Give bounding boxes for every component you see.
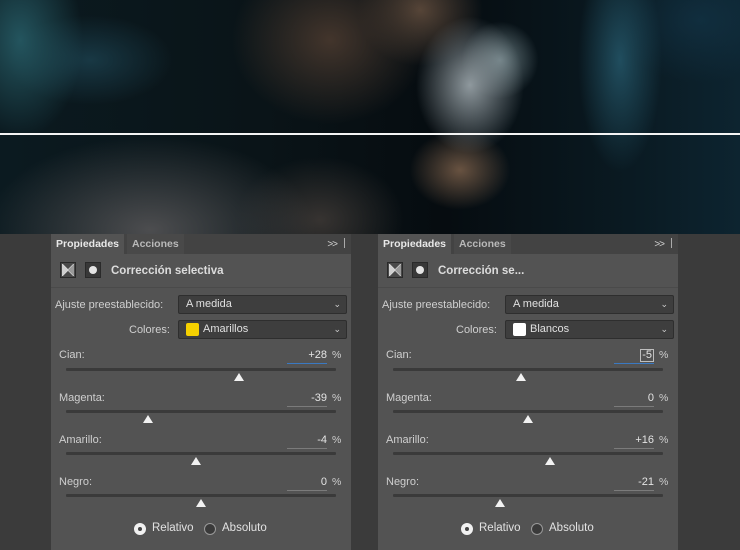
preset-label: Ajuste preestablecido: — [382, 299, 491, 311]
chevron-down-icon: ⌄ — [660, 299, 668, 309]
magenta-slider[interactable] — [393, 410, 663, 413]
colors-select[interactable]: Amarillos ⌄ — [178, 320, 347, 339]
cian-slider-thumb[interactable] — [516, 373, 527, 381]
negro-slider[interactable] — [66, 494, 336, 497]
slider-label-cian: Cian: — [386, 349, 412, 361]
chevron-down-icon: ⌄ — [660, 324, 668, 334]
cian-slider[interactable] — [66, 368, 336, 371]
relativo-radio[interactable] — [134, 523, 146, 535]
colors-label: Colores: — [129, 324, 170, 336]
relativo-radio[interactable] — [461, 523, 473, 535]
chevron-down-icon: ⌄ — [333, 324, 341, 334]
amarillo-slider-thumb[interactable] — [190, 457, 201, 465]
slider-label-amarillo: Amarillo: — [59, 434, 102, 446]
negro-slider-thumb[interactable] — [494, 499, 505, 507]
selective-color-icon[interactable] — [60, 262, 76, 278]
absoluto-label[interactable]: Absoluto — [549, 522, 594, 534]
slider-label-negro: Negro: — [59, 476, 93, 488]
magenta-slider-thumb[interactable] — [523, 415, 533, 423]
absoluto-label[interactable]: Absoluto — [222, 522, 267, 534]
preset-select[interactable]: A medida ⌄ — [505, 295, 674, 314]
layer-mask-icon[interactable] — [85, 262, 101, 278]
color-swatch — [186, 323, 199, 336]
portrait-photo — [0, 0, 740, 234]
panel-tabbar: Propiedades Acciones >> — [378, 234, 678, 254]
relativo-label[interactable]: Relativo — [152, 522, 194, 534]
negro-input[interactable]: -21 — [614, 476, 654, 491]
slider-label-magenta: Magenta: — [386, 392, 432, 404]
divider — [51, 287, 351, 288]
colors-label: Colores: — [456, 324, 497, 336]
cian-input[interactable]: +28 — [287, 349, 327, 364]
panel-tabbar: Propiedades Acciones >> — [51, 234, 351, 254]
magenta-input[interactable]: 0 — [614, 392, 654, 407]
negro-slider-thumb[interactable] — [196, 499, 206, 507]
tab-acciones[interactable]: Acciones — [127, 234, 184, 254]
slider-label-negro: Negro: — [386, 476, 420, 488]
cian-slider-thumb[interactable] — [233, 373, 244, 381]
layer-mask-icon[interactable] — [412, 262, 428, 278]
before-after-divider — [0, 133, 740, 135]
selective-color-icon[interactable] — [387, 262, 403, 278]
colors-select[interactable]: Blancos ⌄ — [505, 320, 674, 339]
tab-acciones[interactable]: Acciones — [454, 234, 511, 254]
magenta-input[interactable]: -39 — [287, 392, 327, 407]
cian-input[interactable]: -5 — [614, 349, 654, 364]
slider-label-amarillo: Amarillo: — [386, 434, 429, 446]
colors-value: Amarillos — [203, 323, 249, 335]
amarillo-input[interactable]: -4 — [287, 434, 327, 449]
divider — [378, 287, 678, 288]
preset-label: Ajuste preestablecido: — [55, 299, 164, 311]
amarillo-slider[interactable] — [393, 452, 663, 455]
amarillo-slider-thumb[interactable] — [544, 457, 555, 465]
colors-value: Blancos — [530, 323, 570, 335]
magenta-slider-thumb[interactable] — [143, 415, 154, 423]
tab-propiedades[interactable]: Propiedades — [378, 234, 452, 254]
preset-value: A medida — [513, 298, 559, 310]
amarillo-input[interactable]: +16 — [614, 434, 654, 449]
negro-input[interactable]: 0 — [287, 476, 327, 491]
adjustment-title: Corrección se... — [438, 265, 525, 277]
slider-label-cian: Cian: — [59, 349, 85, 361]
negro-slider[interactable] — [393, 494, 663, 497]
adjustment-title: Corrección selectiva — [111, 265, 224, 277]
color-swatch — [513, 323, 526, 336]
tab-propiedades[interactable]: Propiedades — [51, 234, 125, 254]
panel-menu-icon[interactable]: >> — [327, 238, 345, 250]
chevron-down-icon: ⌄ — [333, 299, 341, 309]
absoluto-radio[interactable] — [204, 523, 216, 535]
slider-label-magenta: Magenta: — [59, 392, 105, 404]
magenta-slider[interactable] — [66, 410, 336, 413]
cian-slider[interactable] — [393, 368, 663, 371]
panel-menu-icon[interactable]: >> — [654, 238, 672, 250]
properties-panel-right: Propiedades Acciones >> Corrección se...… — [378, 234, 678, 550]
amarillo-slider[interactable] — [66, 452, 336, 455]
absoluto-radio[interactable] — [531, 523, 543, 535]
preset-value: A medida — [186, 298, 232, 310]
preset-select[interactable]: A medida ⌄ — [178, 295, 347, 314]
relativo-label[interactable]: Relativo — [479, 522, 521, 534]
properties-panel-left: Propiedades Acciones >> Corrección selec… — [51, 234, 351, 550]
